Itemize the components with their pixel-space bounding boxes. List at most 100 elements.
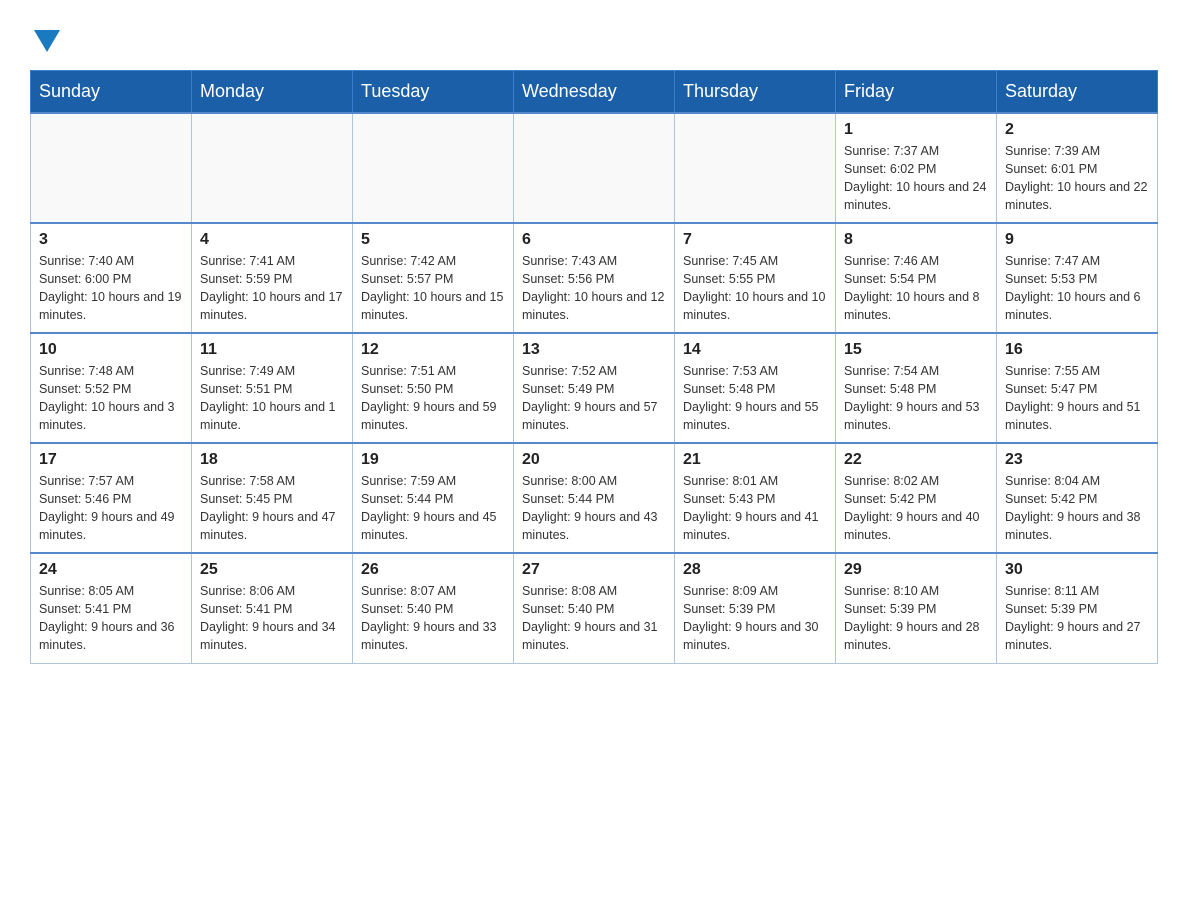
day-info: Sunrise: 8:11 AM Sunset: 5:39 PM Dayligh…: [1005, 582, 1149, 655]
weekday-header-tuesday: Tuesday: [353, 71, 514, 114]
day-info: Sunrise: 7:58 AM Sunset: 5:45 PM Dayligh…: [200, 472, 344, 545]
day-number: 25: [200, 561, 344, 579]
calendar-cell: 22 Sunrise: 8:02 AM Sunset: 5:42 PM Dayli…: [836, 443, 997, 553]
calendar-cell: 17Sunrise: 7:57 AM Sunset: 5:46 PM Dayli…: [31, 443, 192, 553]
calendar-cell: 29 Sunrise: 8:10 AM Sunset: 5:39 PM Dayli…: [836, 553, 997, 663]
day-number: 29: [844, 561, 988, 579]
day-number: 19: [361, 451, 505, 469]
day-info: Sunrise: 7:52 AM Sunset: 5:49 PM Dayligh…: [522, 362, 666, 435]
day-info: Sunrise: 7:39 AM Sunset: 6:01 PM Dayligh…: [1005, 142, 1149, 215]
calendar-cell: 30 Sunrise: 8:11 AM Sunset: 5:39 PM Dayli…: [997, 553, 1158, 663]
day-number: 24: [39, 561, 183, 579]
calendar-cell: 5 Sunrise: 7:42 AM Sunset: 5:57 PM Daylig…: [353, 223, 514, 333]
week-row-2: 3 Sunrise: 7:40 AM Sunset: 6:00 PM Daylig…: [31, 223, 1158, 333]
day-number: 10: [39, 341, 183, 359]
calendar-cell: 3 Sunrise: 7:40 AM Sunset: 6:00 PM Daylig…: [31, 223, 192, 333]
day-info: Sunrise: 7:59 AM Sunset: 5:44 PM Dayligh…: [361, 472, 505, 545]
day-number: 18: [200, 451, 344, 469]
calendar-cell: 12 Sunrise: 7:51 AM Sunset: 5:50 PM Dayli…: [353, 333, 514, 443]
day-info: Sunrise: 8:04 AM Sunset: 5:42 PM Dayligh…: [1005, 472, 1149, 545]
calendar-cell: 19 Sunrise: 7:59 AM Sunset: 5:44 PM Dayli…: [353, 443, 514, 553]
logo-triangle-icon: [34, 30, 60, 52]
day-info: Sunrise: 8:09 AM Sunset: 5:39 PM Dayligh…: [683, 582, 827, 655]
day-number: 21: [683, 451, 827, 469]
day-info: Sunrise: 7:37 AM Sunset: 6:02 PM Dayligh…: [844, 142, 988, 215]
week-row-1: 1Sunrise: 7:37 AM Sunset: 6:02 PM Daylig…: [31, 113, 1158, 223]
day-number: 5: [361, 231, 505, 249]
calendar-cell: 18 Sunrise: 7:58 AM Sunset: 5:45 PM Dayli…: [192, 443, 353, 553]
calendar-cell: 11Sunrise: 7:49 AM Sunset: 5:51 PM Dayli…: [192, 333, 353, 443]
calendar-cell: 6Sunrise: 7:43 AM Sunset: 5:56 PM Daylig…: [514, 223, 675, 333]
day-number: 9: [1005, 231, 1149, 249]
page-header: [30, 20, 1158, 52]
calendar-cell: 15 Sunrise: 7:54 AM Sunset: 5:48 PM Dayli…: [836, 333, 997, 443]
day-info: Sunrise: 8:02 AM Sunset: 5:42 PM Dayligh…: [844, 472, 988, 545]
day-info: Sunrise: 8:08 AM Sunset: 5:40 PM Dayligh…: [522, 582, 666, 655]
weekday-header-monday: Monday: [192, 71, 353, 114]
calendar-cell: 27 Sunrise: 8:08 AM Sunset: 5:40 PM Dayli…: [514, 553, 675, 663]
day-info: Sunrise: 7:42 AM Sunset: 5:57 PM Dayligh…: [361, 252, 505, 325]
calendar-cell: [192, 113, 353, 223]
calendar-cell: 9Sunrise: 7:47 AM Sunset: 5:53 PM Daylig…: [997, 223, 1158, 333]
day-number: 20: [522, 451, 666, 469]
calendar-cell: 25 Sunrise: 8:06 AM Sunset: 5:41 PM Dayli…: [192, 553, 353, 663]
calendar-cell: 10 Sunrise: 7:48 AM Sunset: 5:52 PM Dayli…: [31, 333, 192, 443]
calendar-cell: 2 Sunrise: 7:39 AM Sunset: 6:01 PM Daylig…: [997, 113, 1158, 223]
weekday-header-wednesday: Wednesday: [514, 71, 675, 114]
calendar-cell: 4 Sunrise: 7:41 AM Sunset: 5:59 PM Daylig…: [192, 223, 353, 333]
weekday-header-saturday: Saturday: [997, 71, 1158, 114]
calendar-cell: 7 Sunrise: 7:45 AM Sunset: 5:55 PM Daylig…: [675, 223, 836, 333]
day-info: Sunrise: 7:45 AM Sunset: 5:55 PM Dayligh…: [683, 252, 827, 325]
day-info: Sunrise: 8:07 AM Sunset: 5:40 PM Dayligh…: [361, 582, 505, 655]
day-number: 2: [1005, 121, 1149, 139]
day-info: Sunrise: 7:55 AM Sunset: 5:47 PM Dayligh…: [1005, 362, 1149, 435]
calendar-table: SundayMondayTuesdayWednesdayThursdayFrid…: [30, 70, 1158, 664]
calendar-cell: [353, 113, 514, 223]
day-info: Sunrise: 7:41 AM Sunset: 5:59 PM Dayligh…: [200, 252, 344, 325]
day-number: 12: [361, 341, 505, 359]
calendar-cell: [31, 113, 192, 223]
day-number: 14: [683, 341, 827, 359]
day-number: 23: [1005, 451, 1149, 469]
day-number: 7: [683, 231, 827, 249]
logo: [30, 20, 60, 52]
calendar-cell: 24Sunrise: 8:05 AM Sunset: 5:41 PM Dayli…: [31, 553, 192, 663]
day-number: 6: [522, 231, 666, 249]
day-number: 17: [39, 451, 183, 469]
day-info: Sunrise: 7:54 AM Sunset: 5:48 PM Dayligh…: [844, 362, 988, 435]
day-number: 27: [522, 561, 666, 579]
day-info: Sunrise: 7:48 AM Sunset: 5:52 PM Dayligh…: [39, 362, 183, 435]
day-number: 3: [39, 231, 183, 249]
day-info: Sunrise: 7:49 AM Sunset: 5:51 PM Dayligh…: [200, 362, 344, 435]
day-info: Sunrise: 7:46 AM Sunset: 5:54 PM Dayligh…: [844, 252, 988, 325]
day-number: 30: [1005, 561, 1149, 579]
weekday-header-sunday: Sunday: [31, 71, 192, 114]
day-info: Sunrise: 8:01 AM Sunset: 5:43 PM Dayligh…: [683, 472, 827, 545]
day-number: 15: [844, 341, 988, 359]
calendar-cell: 16 Sunrise: 7:55 AM Sunset: 5:47 PM Dayli…: [997, 333, 1158, 443]
day-number: 8: [844, 231, 988, 249]
calendar-cell: 21 Sunrise: 8:01 AM Sunset: 5:43 PM Dayli…: [675, 443, 836, 553]
calendar-cell: 8 Sunrise: 7:46 AM Sunset: 5:54 PM Daylig…: [836, 223, 997, 333]
calendar-cell: 20Sunrise: 8:00 AM Sunset: 5:44 PM Dayli…: [514, 443, 675, 553]
calendar-cell: 14 Sunrise: 7:53 AM Sunset: 5:48 PM Dayli…: [675, 333, 836, 443]
day-info: Sunrise: 7:51 AM Sunset: 5:50 PM Dayligh…: [361, 362, 505, 435]
calendar-cell: 13 Sunrise: 7:52 AM Sunset: 5:49 PM Dayli…: [514, 333, 675, 443]
day-number: 26: [361, 561, 505, 579]
day-info: Sunrise: 7:40 AM Sunset: 6:00 PM Dayligh…: [39, 252, 183, 325]
day-info: Sunrise: 8:10 AM Sunset: 5:39 PM Dayligh…: [844, 582, 988, 655]
calendar-cell: [514, 113, 675, 223]
day-number: 13: [522, 341, 666, 359]
calendar-cell: 28Sunrise: 8:09 AM Sunset: 5:39 PM Dayli…: [675, 553, 836, 663]
calendar-cell: [675, 113, 836, 223]
week-row-3: 10 Sunrise: 7:48 AM Sunset: 5:52 PM Dayli…: [31, 333, 1158, 443]
day-number: 16: [1005, 341, 1149, 359]
day-number: 4: [200, 231, 344, 249]
calendar-cell: 23 Sunrise: 8:04 AM Sunset: 5:42 PM Dayli…: [997, 443, 1158, 553]
day-info: Sunrise: 7:53 AM Sunset: 5:48 PM Dayligh…: [683, 362, 827, 435]
calendar-cell: 1Sunrise: 7:37 AM Sunset: 6:02 PM Daylig…: [836, 113, 997, 223]
day-info: Sunrise: 8:06 AM Sunset: 5:41 PM Dayligh…: [200, 582, 344, 655]
weekday-header-thursday: Thursday: [675, 71, 836, 114]
day-number: 22: [844, 451, 988, 469]
weekday-header-row: SundayMondayTuesdayWednesdayThursdayFrid…: [31, 71, 1158, 114]
